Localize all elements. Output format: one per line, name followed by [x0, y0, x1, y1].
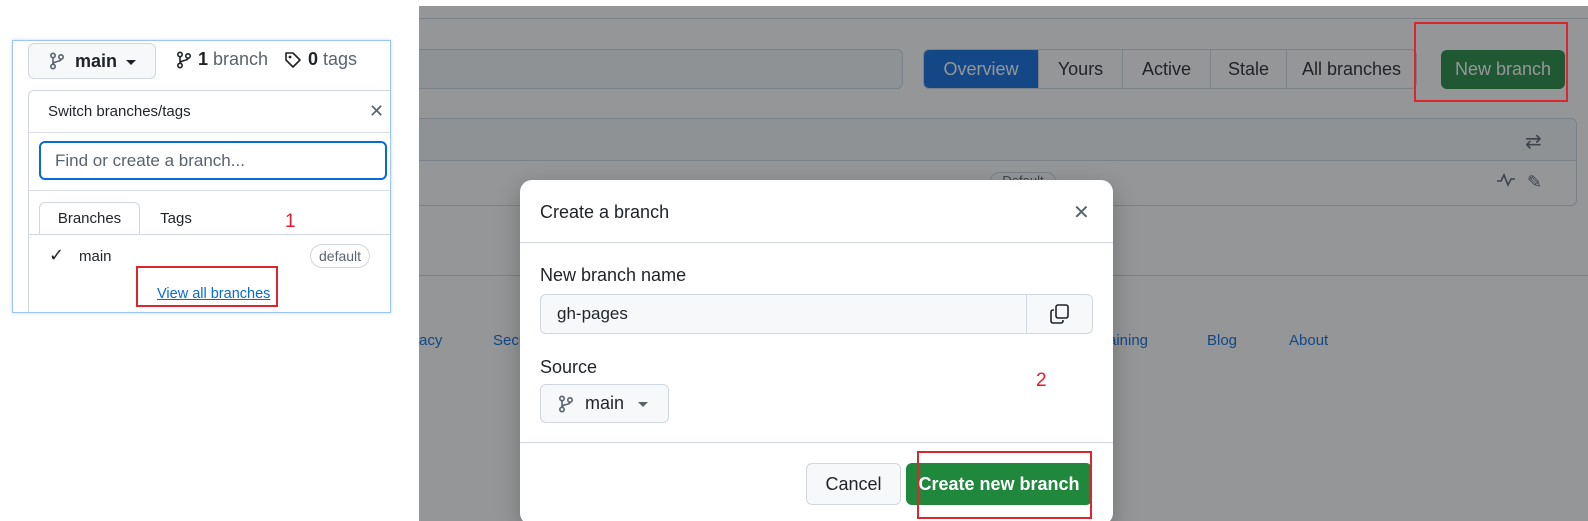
copy-button[interactable] [1026, 295, 1092, 333]
source-branch-select[interactable]: main [540, 384, 669, 423]
divider [520, 242, 1113, 243]
step-annotation: 1 [285, 211, 296, 232]
dropdown-title: Switch branches/tags [48, 103, 191, 120]
chevron-down-icon [638, 402, 649, 407]
chevron-down-icon [126, 59, 137, 65]
git-branch-icon [49, 52, 65, 70]
default-badge: default [310, 244, 371, 268]
source-label: Source [540, 357, 598, 377]
copy-icon [1049, 304, 1069, 324]
git-branch-icon [558, 394, 574, 413]
tag-icon [285, 51, 301, 68]
cancel-button[interactable]: Cancel [806, 463, 901, 505]
source-branch-label: main [585, 393, 625, 413]
divider [520, 442, 1113, 443]
branch-search-input[interactable]: Find or create a branch... [39, 141, 387, 180]
tab-divider [29, 234, 390, 235]
git-branch-icon [176, 50, 192, 69]
branch-list-item[interactable]: main [79, 248, 112, 265]
branch-select-button[interactable]: main [28, 43, 156, 79]
branch-name-value: gh-pages [557, 304, 628, 323]
step-annotation: 2 [1036, 370, 1047, 391]
branch-name-label: New branch name [540, 265, 687, 285]
create-branch-dialog: Create a branch ✕ New branch name gh-pag… [520, 180, 1113, 521]
tag-count: 0 [308, 49, 319, 69]
branch-name-input[interactable]: gh-pages [540, 294, 1093, 334]
create-branch-screenshot: Overview Yours Active Stale All branches… [419, 6, 1588, 521]
close-icon[interactable]: ✕ [1073, 200, 1090, 225]
branch-count-link[interactable]: 1 branch [176, 49, 268, 70]
branch-count: 1 [198, 49, 209, 69]
tab-branches[interactable]: Branches [39, 202, 140, 235]
highlight-box [917, 451, 1092, 519]
tab-tags[interactable]: Tags [146, 202, 206, 235]
checkmark-icon: ✓ [49, 245, 65, 265]
highlight-box [136, 266, 278, 307]
branch-count-label: branch [213, 49, 269, 69]
divider [29, 132, 390, 133]
close-icon[interactable]: ✕ [369, 101, 384, 122]
branch-select-label: main [75, 50, 118, 71]
dialog-title: Create a branch [540, 202, 670, 222]
divider [29, 190, 390, 191]
tag-count-link[interactable]: 0 tags [284, 49, 357, 70]
highlight-box [1414, 22, 1568, 102]
branch-switcher-screenshot: main 1 branch 0 tags Switch branches/tag… [12, 40, 391, 313]
tag-count-label: tags [323, 49, 358, 69]
